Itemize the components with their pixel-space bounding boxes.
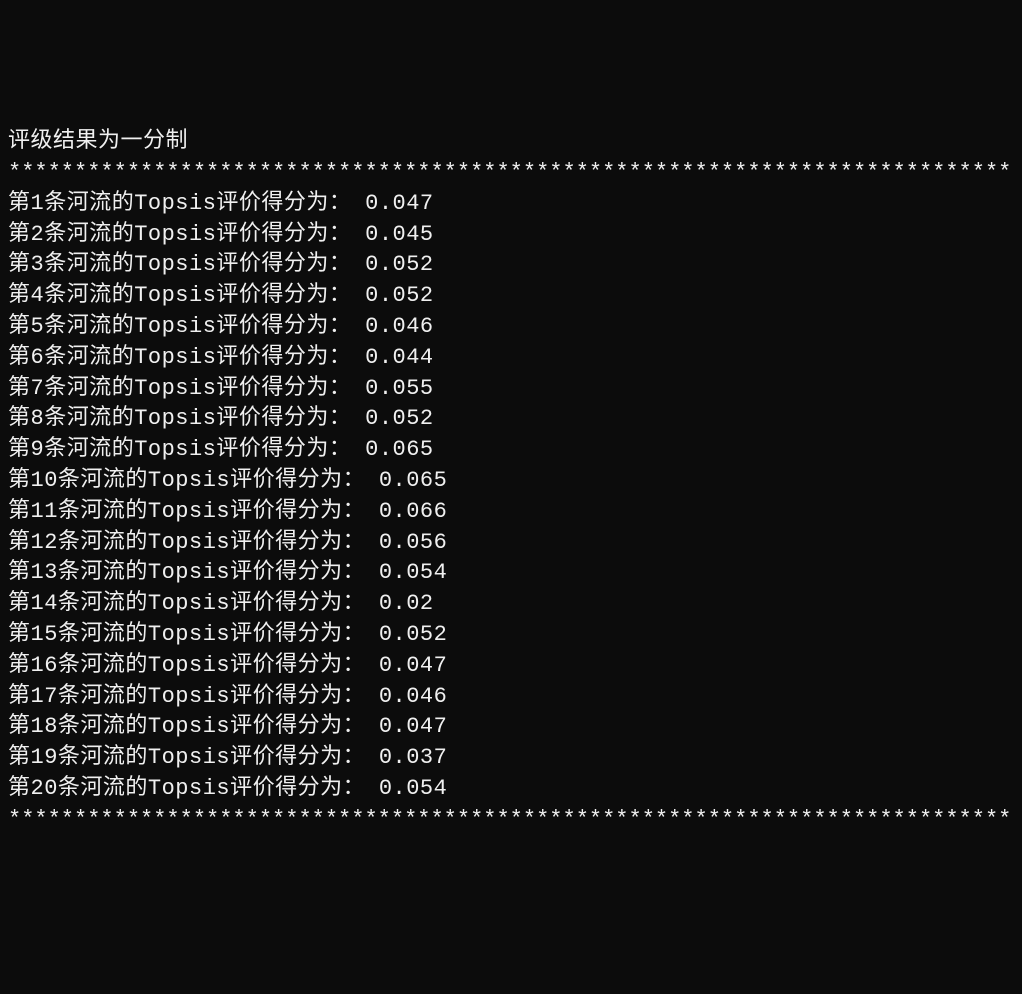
result-line: 第17条河流的Topsis评价得分为： 0.046 xyxy=(8,682,1014,713)
result-line: 第11条河流的Topsis评价得分为： 0.066 xyxy=(8,497,1014,528)
result-line: 第1条河流的Topsis评价得分为： 0.047 xyxy=(8,189,1014,220)
separator-top: ****************************************… xyxy=(8,158,1014,189)
results-container: 第1条河流的Topsis评价得分为： 0.047第2条河流的Topsis评价得分… xyxy=(8,189,1014,805)
result-line: 第16条河流的Topsis评价得分为： 0.047 xyxy=(8,651,1014,682)
terminal-output: 评级结果为一分制********************************… xyxy=(8,127,1014,835)
result-line: 第5条河流的Topsis评价得分为： 0.046 xyxy=(8,312,1014,343)
separator-bottom: ****************************************… xyxy=(8,805,1014,836)
result-line: 第20条河流的Topsis评价得分为： 0.054 xyxy=(8,774,1014,805)
result-line: 第18条河流的Topsis评价得分为： 0.047 xyxy=(8,712,1014,743)
result-line: 第4条河流的Topsis评价得分为： 0.052 xyxy=(8,281,1014,312)
result-line: 第3条河流的Topsis评价得分为： 0.052 xyxy=(8,250,1014,281)
result-line: 第2条河流的Topsis评价得分为： 0.045 xyxy=(8,220,1014,251)
result-line: 第8条河流的Topsis评价得分为： 0.052 xyxy=(8,404,1014,435)
result-line: 第15条河流的Topsis评价得分为： 0.052 xyxy=(8,620,1014,651)
result-line: 第19条河流的Topsis评价得分为： 0.037 xyxy=(8,743,1014,774)
result-line: 第6条河流的Topsis评价得分为： 0.044 xyxy=(8,343,1014,374)
result-line: 第7条河流的Topsis评价得分为： 0.055 xyxy=(8,374,1014,405)
result-line: 第13条河流的Topsis评价得分为： 0.054 xyxy=(8,558,1014,589)
result-line: 第14条河流的Topsis评价得分为： 0.02 xyxy=(8,589,1014,620)
result-line: 第10条河流的Topsis评价得分为： 0.065 xyxy=(8,466,1014,497)
result-line: 第12条河流的Topsis评价得分为： 0.056 xyxy=(8,528,1014,559)
result-line: 第9条河流的Topsis评价得分为： 0.065 xyxy=(8,435,1014,466)
header-line: 评级结果为一分制 xyxy=(8,127,1014,158)
